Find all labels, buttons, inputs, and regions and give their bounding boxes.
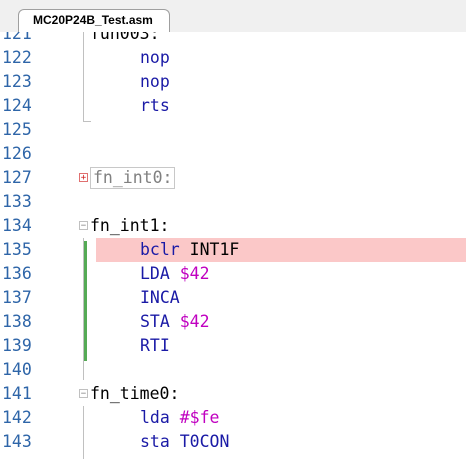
line-number: 136 xyxy=(2,264,32,283)
code-text: fn_int0: xyxy=(90,166,176,190)
instruction: LDA xyxy=(140,264,180,283)
code-line[interactable]: 134 − fn_int1: xyxy=(0,214,466,238)
code-text: fn_int1: xyxy=(90,216,170,235)
code-text: rts xyxy=(140,94,170,118)
instruction: nop xyxy=(140,72,170,91)
line-number: 141 xyxy=(2,384,32,403)
line-number: 140 xyxy=(2,360,32,379)
code-text: bclr INT1F xyxy=(140,238,239,262)
tab-file[interactable]: MC20P24B_Test.asm xyxy=(18,9,170,34)
operand: INT1F xyxy=(189,240,240,259)
line-number: 133 xyxy=(2,192,32,211)
code-text: nop xyxy=(140,46,170,70)
collapse-fold-icon[interactable]: − xyxy=(79,221,88,231)
operand: T0CON xyxy=(179,432,230,451)
instruction: rts xyxy=(140,96,170,115)
instruction: lda xyxy=(140,408,180,427)
instruction: nop xyxy=(140,48,170,67)
code-text: lda #$fe xyxy=(140,406,220,430)
line-number: 121 xyxy=(2,32,32,43)
instruction: sta xyxy=(140,432,180,451)
code-text: sta T0CON xyxy=(140,430,229,454)
line-number: 138 xyxy=(2,312,32,331)
code-line[interactable]: 138 STA $42 xyxy=(0,310,466,334)
instruction: STA xyxy=(140,312,180,331)
editor-window: MC20P24B_Test.asm 121 fun003: 122 nop 12… xyxy=(0,0,466,459)
code-editor[interactable]: 121 fun003: 122 nop 123 nop 124 rts 125 … xyxy=(0,32,466,459)
line-number: 142 xyxy=(2,408,32,427)
instruction: INCA xyxy=(140,288,180,307)
expand-fold-icon[interactable]: + xyxy=(79,173,88,183)
line-number: 122 xyxy=(2,48,32,67)
code-line[interactable]: 142 lda #$fe xyxy=(0,406,466,430)
operand: $42 xyxy=(179,264,210,283)
code-line[interactable]: 136 LDA $42 xyxy=(0,262,466,286)
line-number: 135 xyxy=(2,240,32,259)
code-line[interactable]: 123 nop xyxy=(0,70,466,94)
code-line[interactable]: 133 xyxy=(0,190,466,214)
code-text: nop xyxy=(140,70,170,94)
line-number: 134 xyxy=(2,216,32,235)
code-line[interactable]: 127 + fn_int0: xyxy=(0,166,466,190)
instruction: bclr xyxy=(140,240,190,259)
code-text: LDA $42 xyxy=(140,262,210,286)
code-line[interactable]: 122 nop xyxy=(0,46,466,70)
line-number: 137 xyxy=(2,288,32,307)
collapse-fold-icon[interactable]: − xyxy=(79,389,88,399)
operand: $42 xyxy=(179,312,210,331)
line-number: 126 xyxy=(2,144,32,163)
code-line[interactable]: 137 INCA xyxy=(0,286,466,310)
code-text: fun003: xyxy=(90,32,160,43)
line-number: 123 xyxy=(2,72,32,91)
code-line[interactable]: 141 − fn_time0: xyxy=(0,382,466,406)
instruction: RTI xyxy=(140,336,170,355)
code-line[interactable]: 125 xyxy=(0,118,466,142)
code-line[interactable]: 140 xyxy=(0,358,466,382)
code-line[interactable]: 121 fun003: xyxy=(0,32,466,46)
code-line[interactable]: 143 sta T0CON xyxy=(0,430,466,454)
code-line[interactable]: 126 xyxy=(0,142,466,166)
code-line[interactable]: 124 rts xyxy=(0,94,466,118)
code-text: INCA xyxy=(140,286,180,310)
operand: #$fe xyxy=(179,408,220,427)
code-line-highlighted[interactable]: 135 bclr INT1F xyxy=(0,238,466,262)
line-number: 143 xyxy=(2,432,32,451)
tab-bar: MC20P24B_Test.asm xyxy=(0,0,466,34)
line-number: 124 xyxy=(2,96,32,115)
code-text: fn_time0: xyxy=(90,384,180,403)
line-number: 139 xyxy=(2,336,32,355)
code-text: RTI xyxy=(140,334,170,358)
code-line[interactable]: 139 RTI xyxy=(0,334,466,358)
line-number: 125 xyxy=(2,120,32,139)
collapsed-block[interactable]: fn_int0: xyxy=(90,167,176,189)
line-number: 127 xyxy=(2,168,32,187)
code-text: STA $42 xyxy=(140,310,210,334)
